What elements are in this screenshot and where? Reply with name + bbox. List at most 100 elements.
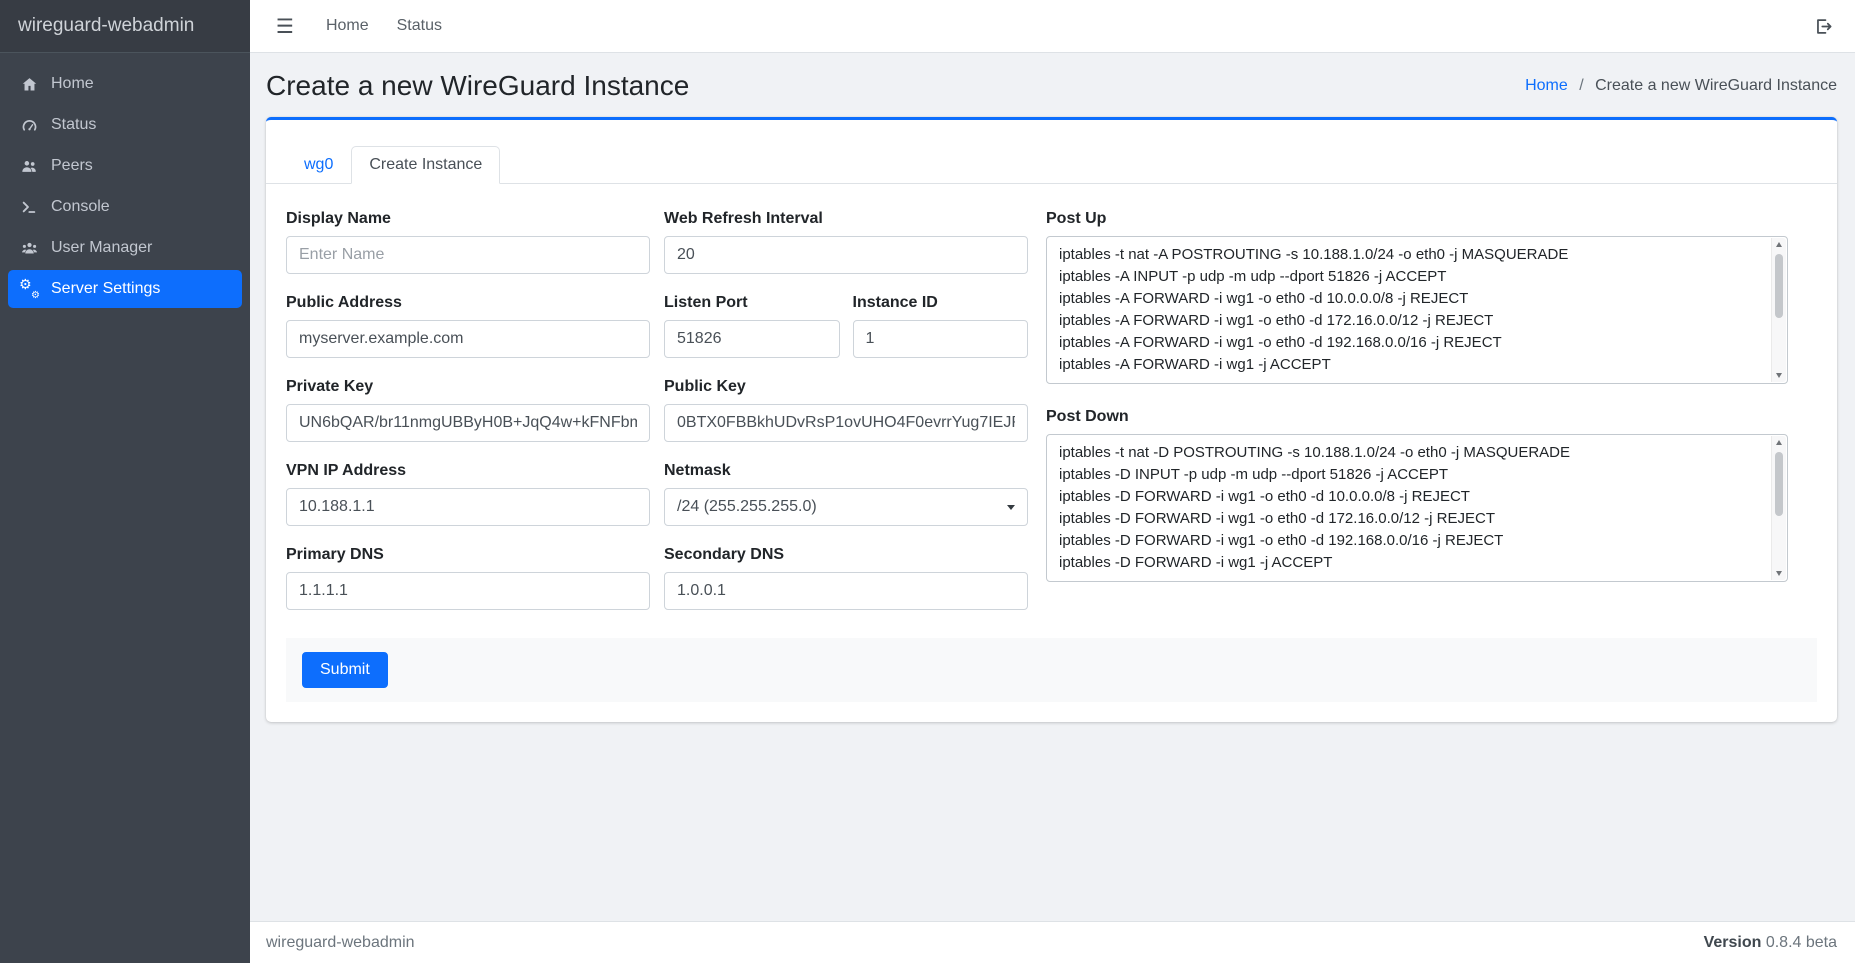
instance-form: Display Name Web Refresh Interval Public… <box>266 184 1837 722</box>
footer-brand: wireguard-webadmin <box>266 934 415 952</box>
sidebar-item-label: User Manager <box>51 239 152 257</box>
sidebar-menu: Home Status Peers Console <box>0 53 250 323</box>
instance-id-input[interactable] <box>853 320 1029 358</box>
vpn-ip-input[interactable] <box>286 488 650 526</box>
post-down-box: iptables -t nat -D POSTROUTING -s 10.188… <box>1046 434 1788 582</box>
sidebar-item-label: Server Settings <box>51 280 160 298</box>
sidebar-item-console[interactable]: Console <box>8 188 242 226</box>
listen-port-input[interactable] <box>664 320 840 358</box>
tachometer-icon <box>18 116 40 134</box>
secondary-dns-input[interactable] <box>664 572 1028 610</box>
sidebar-item-label: Console <box>51 198 110 216</box>
form-left-columns: Display Name Web Refresh Interval Public… <box>286 210 1028 630</box>
sidebar: wireguard-webadmin Home Status Peers <box>0 0 250 963</box>
netmask-selected-value: /24 (255.255.255.0) <box>677 498 817 516</box>
post-down-group: Post Down iptables -t nat -D POSTROUTING… <box>1046 408 1788 582</box>
secondary-dns-group: Secondary DNS <box>664 546 1028 610</box>
web-refresh-interval-group: Web Refresh Interval <box>664 210 1028 274</box>
form-right-column: Post Up iptables -t nat -A POSTROUTING -… <box>1046 210 1788 630</box>
display-name-input[interactable] <box>286 236 650 274</box>
primary-dns-input[interactable] <box>286 572 650 610</box>
menu-toggle-icon[interactable]: ☰ <box>276 14 294 38</box>
netmask-label: Netmask <box>664 462 1028 480</box>
topnav-link-status[interactable]: Status <box>383 17 456 35</box>
footer-version-value: 0.8.4 beta <box>1766 934 1837 951</box>
page-title: Create a new WireGuard Instance <box>266 70 689 102</box>
top-navbar: ☰ Home Status <box>250 0 1855 53</box>
public-key-input[interactable] <box>664 404 1028 442</box>
instance-card: wg0 Create Instance Display Name Web <box>266 117 1837 722</box>
post-down-textarea[interactable]: iptables -t nat -D POSTROUTING -s 10.188… <box>1047 435 1771 581</box>
post-up-group: Post Up iptables -t nat -A POSTROUTING -… <box>1046 210 1788 384</box>
public-address-group: Public Address <box>286 294 650 358</box>
post-down-scrollbar[interactable] <box>1771 436 1786 580</box>
scroll-down-arrow-icon[interactable] <box>1776 571 1782 576</box>
home-icon <box>18 75 40 93</box>
scroll-up-arrow-icon[interactable] <box>1776 242 1782 247</box>
post-up-scrollbar[interactable] <box>1771 238 1786 382</box>
sidebar-item-label: Home <box>51 75 94 93</box>
main-column: ☰ Home Status Create a new WireGuard Ins… <box>250 0 1855 963</box>
post-up-label: Post Up <box>1046 210 1788 228</box>
vpn-ip-label: VPN IP Address <box>286 462 650 480</box>
listen-port-group: Listen Port <box>664 294 840 358</box>
public-key-group: Public Key <box>664 378 1028 442</box>
app-root: wireguard-webadmin Home Status Peers <box>0 0 1855 963</box>
footer-version: Version 0.8.4 beta <box>1704 934 1837 952</box>
primary-dns-group: Primary DNS <box>286 546 650 610</box>
topnav-link-home[interactable]: Home <box>312 17 383 35</box>
gears-icon: ⚙⚙ <box>18 280 40 298</box>
peers-icon <box>18 157 40 175</box>
private-key-group: Private Key <box>286 378 650 442</box>
listen-port-label: Listen Port <box>664 294 840 312</box>
scrollbar-thumb[interactable] <box>1775 254 1783 318</box>
scrollbar-thumb[interactable] <box>1775 452 1783 516</box>
instance-tabs: wg0 Create Instance <box>266 120 1837 184</box>
primary-dns-label: Primary DNS <box>286 546 650 564</box>
tab-wg0[interactable]: wg0 <box>286 146 351 184</box>
sidebar-item-server-settings[interactable]: ⚙⚙ Server Settings <box>8 270 242 308</box>
display-name-label: Display Name <box>286 210 650 228</box>
form-footer: Submit <box>286 638 1817 702</box>
sidebar-item-peers[interactable]: Peers <box>8 147 242 185</box>
vpn-ip-group: VPN IP Address <box>286 462 650 526</box>
breadcrumb-current: Create a new WireGuard Instance <box>1595 77 1837 94</box>
sign-out-icon[interactable] <box>1814 17 1833 36</box>
brand-link[interactable]: wireguard-webadmin <box>0 0 250 53</box>
instance-id-group: Instance ID <box>853 294 1029 358</box>
web-refresh-interval-input[interactable] <box>664 236 1028 274</box>
sidebar-item-label: Peers <box>51 157 93 175</box>
port-id-columns: Listen Port Instance ID <box>664 294 1028 378</box>
users-icon <box>18 239 40 257</box>
netmask-select[interactable]: /24 (255.255.255.0) <box>664 488 1028 526</box>
post-down-label: Post Down <box>1046 408 1788 426</box>
post-up-box: iptables -t nat -A POSTROUTING -s 10.188… <box>1046 236 1788 384</box>
scroll-up-arrow-icon[interactable] <box>1776 440 1782 445</box>
sidebar-item-home[interactable]: Home <box>8 65 242 103</box>
page-header: Create a new WireGuard Instance Home / C… <box>266 70 1837 102</box>
public-address-input[interactable] <box>286 320 650 358</box>
post-up-textarea[interactable]: iptables -t nat -A POSTROUTING -s 10.188… <box>1047 237 1771 383</box>
sidebar-item-label: Status <box>51 116 96 134</box>
breadcrumb-separator: / <box>1579 77 1583 94</box>
breadcrumb: Home / Create a new WireGuard Instance <box>1525 77 1837 95</box>
chevron-down-icon <box>1007 505 1015 510</box>
public-address-label: Public Address <box>286 294 650 312</box>
footer-version-label: Version <box>1704 934 1762 951</box>
private-key-label: Private Key <box>286 378 650 396</box>
breadcrumb-home-link[interactable]: Home <box>1525 77 1568 94</box>
sidebar-item-status[interactable]: Status <box>8 106 242 144</box>
submit-button[interactable]: Submit <box>302 652 388 688</box>
sidebar-item-user-manager[interactable]: User Manager <box>8 229 242 267</box>
web-refresh-interval-label: Web Refresh Interval <box>664 210 1028 228</box>
netmask-group: Netmask /24 (255.255.255.0) <box>664 462 1028 526</box>
secondary-dns-label: Secondary DNS <box>664 546 1028 564</box>
scroll-down-arrow-icon[interactable] <box>1776 373 1782 378</box>
content-area: Create a new WireGuard Instance Home / C… <box>250 53 1855 921</box>
terminal-icon <box>18 198 40 216</box>
private-key-input[interactable] <box>286 404 650 442</box>
page-footer: wireguard-webadmin Version 0.8.4 beta <box>250 921 1855 963</box>
instance-id-label: Instance ID <box>853 294 1029 312</box>
public-key-label: Public Key <box>664 378 1028 396</box>
tab-create-instance[interactable]: Create Instance <box>351 146 500 184</box>
